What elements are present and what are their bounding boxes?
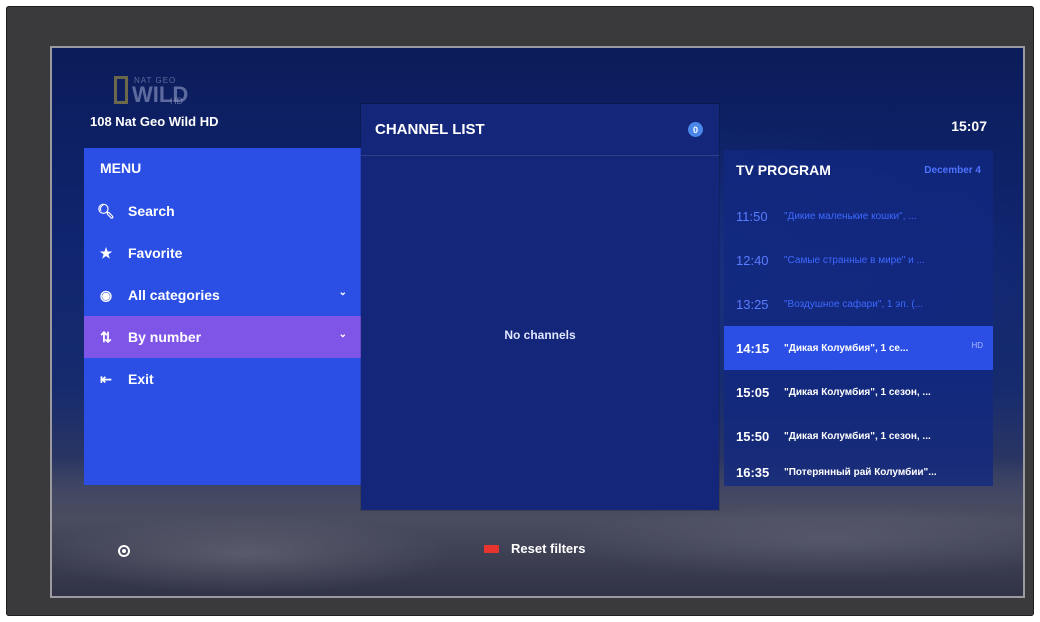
program-row[interactable]: 11:50 "Дикие маленькие кошки", ... — [724, 194, 993, 238]
clock: 15:07 — [951, 118, 987, 134]
tv-program-date: December 4 — [924, 165, 981, 176]
program-row[interactable]: 15:05 "Дикая Колумбия", 1 сезон, ... — [724, 370, 993, 414]
program-title: "Дикая Колумбия", 1 сезон, ... — [784, 430, 931, 442]
program-row-current[interactable]: 14:15 "Дикая Колумбия", 1 се... HD — [724, 326, 993, 370]
menu-item-exit[interactable]: ⇤ Exit — [84, 358, 361, 400]
program-title: "Дикая Колумбия", 1 сезон, ... — [784, 386, 931, 398]
divider — [361, 155, 719, 156]
record-icon[interactable] — [118, 545, 130, 557]
tv-program-panel: TV PROGRAM December 4 11:50 "Дикие мален… — [724, 150, 993, 486]
program-title: "Дикая Колумбия", 1 се... — [784, 342, 909, 354]
program-time: 15:05 — [736, 384, 770, 400]
sort-number-icon: ⇅ — [100, 328, 112, 345]
menu-item-favorite[interactable]: ★ Favorite — [84, 232, 361, 274]
program-title: "Воздушное сафари", 1 эп. (... — [784, 298, 923, 310]
program-time: 14:15 — [736, 340, 770, 356]
empty-state-text: No channels — [504, 328, 576, 342]
program-title: "Дикие маленькие кошки", ... — [784, 210, 917, 222]
menu-title: MENU — [100, 160, 142, 176]
tv-screen: NAT GEO WILD HD 108 Nat Geo Wild HD 15:0… — [50, 46, 1025, 598]
menu-item-by-number[interactable]: ⇅ By number ⌄ — [84, 316, 361, 358]
menu-item-label: All categories — [128, 287, 220, 303]
menu-item-all-categories[interactable]: ◉ All categories ⌄ — [84, 274, 361, 316]
channel-list-panel: CHANNEL LIST 0 No channels — [361, 104, 719, 510]
current-channel-name: 108 Nat Geo Wild HD — [90, 114, 219, 129]
tv-bezel: NAT GEO WILD HD 108 Nat Geo Wild HD 15:0… — [6, 6, 1034, 616]
logo-sub-text: HD — [170, 96, 183, 106]
chevron-down-icon: ⌄ — [338, 287, 347, 298]
program-time: 13:25 — [736, 296, 769, 312]
program-title: "Потерянный рай Колумбии"... — [784, 466, 937, 478]
chevron-down-icon: ⌄ — [338, 329, 347, 340]
channel-list-title: CHANNEL LIST — [375, 121, 485, 138]
star-icon: ★ — [99, 244, 113, 261]
channel-count-badge: 0 — [688, 122, 703, 137]
reset-filters-button[interactable]: Reset filters — [484, 541, 585, 556]
menu-panel: MENU 🔍︎ Search ★ Favorite ◉ All categori… — [84, 148, 361, 485]
search-icon: 🔍︎ — [97, 202, 115, 219]
exit-icon: ⇤ — [100, 370, 112, 387]
menu-item-label: Exit — [128, 371, 154, 387]
program-time: 15:50 — [736, 428, 770, 444]
menu-item-label: Search — [128, 203, 175, 219]
program-time: 11:50 — [736, 208, 768, 224]
tv-program-title: TV PROGRAM — [736, 162, 831, 178]
channel-logo: NAT GEO WILD HD — [114, 76, 194, 116]
program-time: 16:35 — [736, 464, 770, 480]
program-time: 12:40 — [736, 252, 769, 268]
menu-item-search[interactable]: 🔍︎ Search — [84, 190, 361, 232]
program-title: "Самые странные в мире" и ... — [784, 254, 925, 266]
program-row[interactable]: 13:25 "Воздушное сафари", 1 эп. (... — [724, 282, 993, 326]
categories-icon: ◉ — [99, 286, 113, 303]
menu-item-label: By number — [128, 329, 202, 345]
red-key-icon — [484, 544, 499, 553]
hd-badge: HD — [971, 341, 983, 350]
program-row[interactable]: 15:50 "Дикая Колумбия", 1 сезон, ... — [724, 414, 993, 458]
reset-filters-label: Reset filters — [511, 541, 586, 556]
menu-item-label: Favorite — [128, 245, 183, 261]
program-row[interactable]: 16:35 "Потерянный рай Колумбии"... — [724, 458, 993, 486]
logo-frame-icon — [114, 76, 128, 104]
program-row[interactable]: 12:40 "Самые странные в мире" и ... — [724, 238, 993, 282]
